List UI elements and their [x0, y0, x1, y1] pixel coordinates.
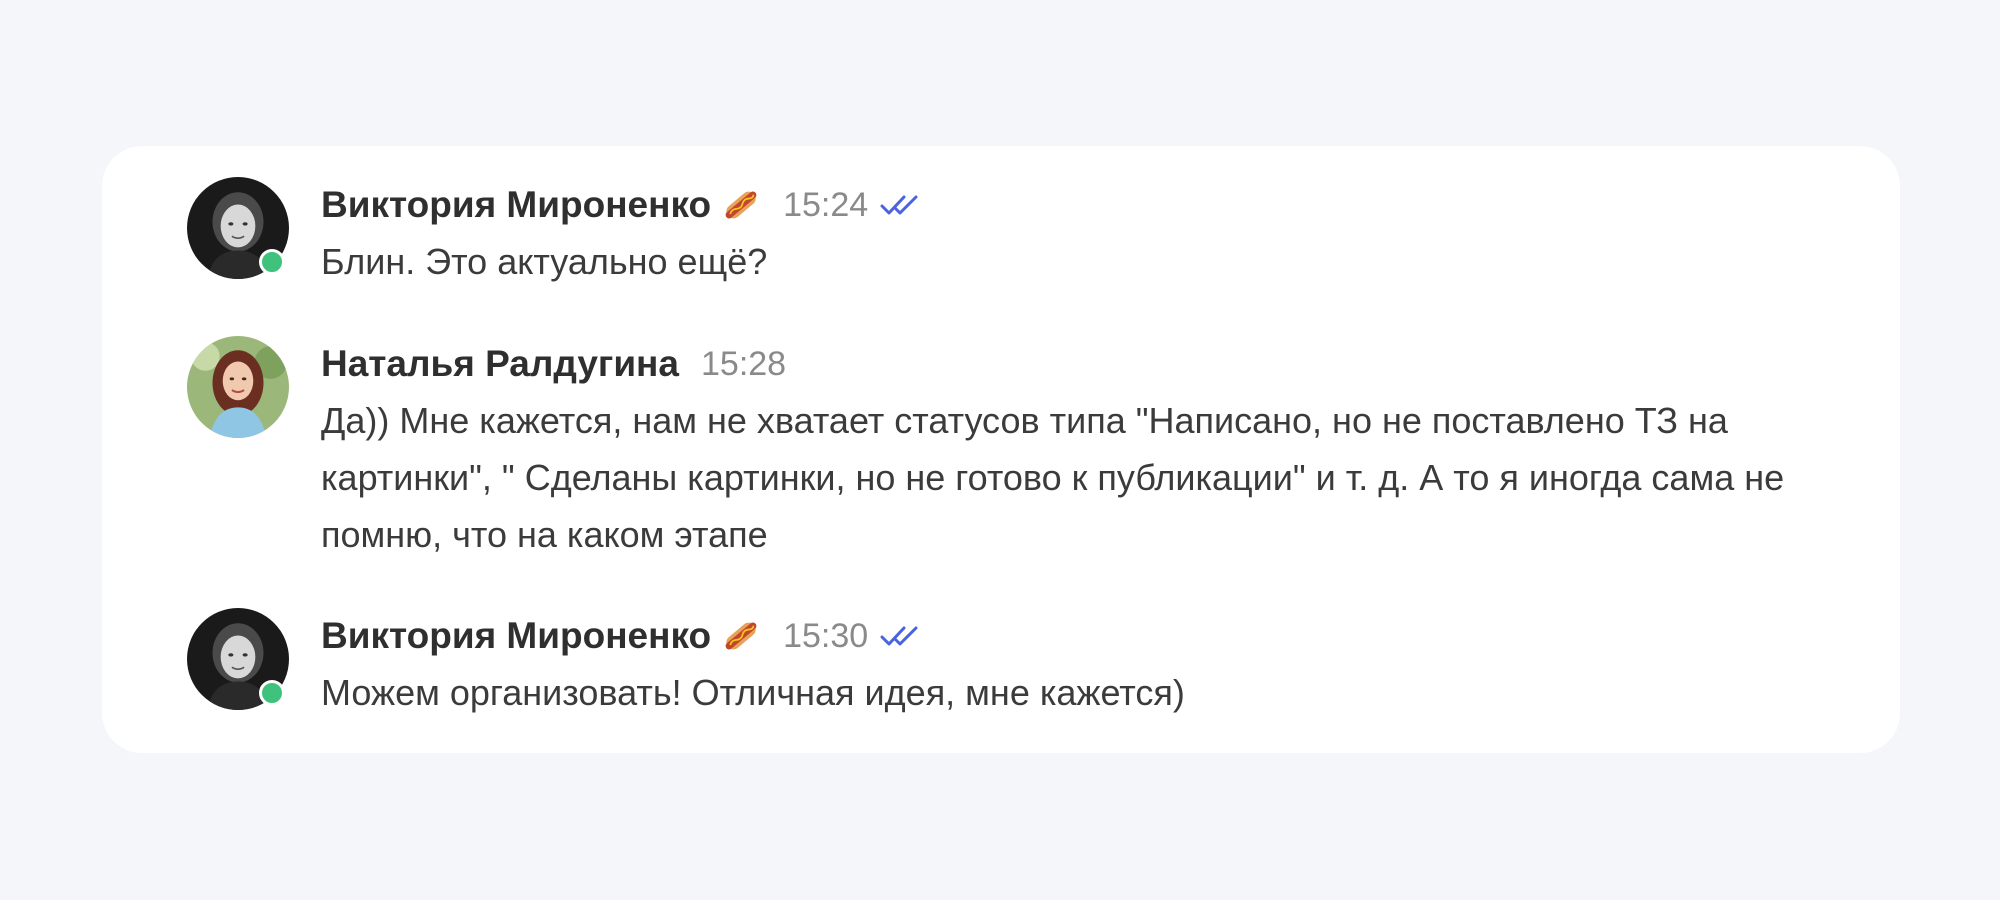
read-double-check-icon: [880, 624, 924, 648]
message-text: Да)) Мне кажется, нам не хватает статусо…: [321, 400, 1785, 555]
message-header: Виктория Мироненко 15:24: [321, 177, 1880, 233]
message-content: Наталья Ралдугина 15:28 Да)) Мне кажется…: [321, 336, 1880, 563]
avatar[interactable]: [187, 608, 289, 710]
online-status-indicator: [259, 249, 285, 275]
avatar[interactable]: [187, 177, 289, 279]
message-content: Виктория Мироненко 15:30 Можем организов…: [321, 608, 1880, 721]
read-double-check-icon: [880, 193, 924, 217]
message-header: Виктория Мироненко 15:30: [321, 608, 1880, 664]
message-time: 15:30: [783, 616, 869, 655]
chat-card: Виктория Мироненко 15:24 Блин. Это актуа…: [102, 146, 1900, 753]
author-name[interactable]: Виктория Мироненко: [321, 615, 711, 657]
avatar[interactable]: [187, 336, 289, 438]
message-text: Блин. Это актуально ещё?: [321, 241, 768, 282]
message-time: 15:28: [701, 344, 787, 383]
hot-dog-emoji-icon: [721, 616, 761, 656]
message-text: Можем организовать! Отличная идея, мне к…: [321, 672, 1185, 713]
author-name[interactable]: Виктория Мироненко: [321, 184, 711, 226]
message-content: Виктория Мироненко 15:24 Блин. Это актуа…: [321, 177, 1880, 290]
avatar-photo: [187, 336, 289, 438]
message-time: 15:24: [783, 185, 869, 224]
author-name[interactable]: Наталья Ралдугина: [321, 343, 679, 385]
online-status-indicator: [259, 680, 285, 706]
message-header: Наталья Ралдугина 15:28: [321, 336, 1880, 392]
hot-dog-emoji-icon: [721, 185, 761, 225]
